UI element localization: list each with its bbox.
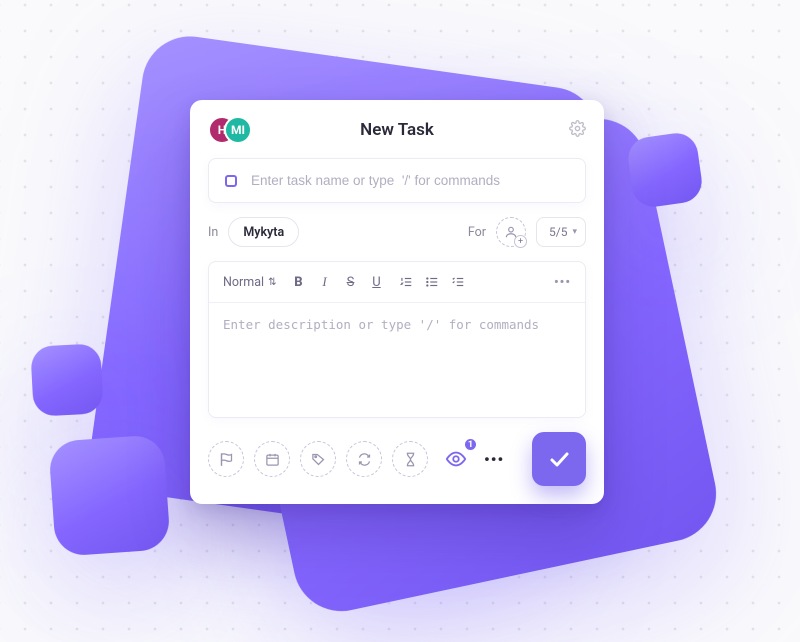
editor-toolbar: Normal ⇅ B I S U bbox=[209, 262, 585, 303]
stage: H MI New Task In Mykyta For bbox=[0, 0, 800, 642]
decor-square-left-b bbox=[48, 434, 171, 557]
chevron-down-icon: ▾ bbox=[572, 227, 577, 237]
plus-icon: + bbox=[514, 235, 527, 248]
status-indicator[interactable] bbox=[225, 175, 237, 187]
flag-icon bbox=[219, 452, 234, 467]
checklist-icon bbox=[451, 275, 465, 289]
decor-square-left-a bbox=[30, 343, 104, 417]
tag-icon bbox=[311, 452, 326, 467]
italic-button[interactable]: I bbox=[312, 270, 336, 294]
list-group bbox=[394, 270, 470, 294]
recurring-button[interactable] bbox=[346, 441, 382, 477]
time-estimate-button[interactable] bbox=[392, 441, 428, 477]
calendar-icon bbox=[265, 452, 280, 467]
hourglass-icon bbox=[403, 452, 418, 467]
checklist-button[interactable] bbox=[446, 270, 470, 294]
modal-header: H MI New Task bbox=[208, 116, 586, 144]
task-name-row bbox=[208, 158, 586, 203]
priority-value: 5/5 bbox=[549, 225, 567, 239]
sort-icon: ⇅ bbox=[268, 277, 276, 288]
text-style-label: Normal bbox=[223, 275, 264, 290]
create-task-button[interactable] bbox=[532, 432, 586, 486]
flag-button[interactable] bbox=[208, 441, 244, 477]
decor-square-top-right bbox=[625, 130, 704, 209]
numbered-list-icon bbox=[399, 275, 413, 289]
list-selected-value: Mykyta bbox=[243, 225, 284, 240]
check-icon bbox=[547, 447, 571, 471]
tags-button[interactable] bbox=[300, 441, 336, 477]
in-label: In bbox=[208, 225, 218, 240]
avatar-stack[interactable]: H MI bbox=[208, 116, 252, 144]
recurring-icon bbox=[357, 452, 372, 467]
for-label: For bbox=[468, 225, 486, 240]
numbered-list-button[interactable] bbox=[394, 270, 418, 294]
task-name-input[interactable] bbox=[251, 173, 569, 188]
date-button[interactable] bbox=[254, 441, 290, 477]
eye-icon bbox=[445, 448, 467, 470]
watchers-count-badge: 1 bbox=[463, 437, 478, 452]
text-style-selector[interactable]: Normal ⇅ bbox=[219, 275, 280, 290]
list-selector[interactable]: Mykyta bbox=[228, 217, 299, 247]
bulleted-list-icon bbox=[425, 275, 439, 289]
watchers-button[interactable]: 1 bbox=[438, 441, 474, 477]
gear-icon bbox=[569, 120, 586, 137]
toolbar-more-button[interactable]: ••• bbox=[550, 270, 575, 294]
description-editor: Normal ⇅ B I S U bbox=[208, 261, 586, 418]
assignee-picker[interactable]: + bbox=[496, 217, 526, 247]
priority-selector[interactable]: 5/5 ▾ bbox=[536, 217, 586, 247]
task-meta-row: In Mykyta For + 5/5 ▾ bbox=[208, 217, 586, 247]
modal-title: New Task bbox=[360, 120, 434, 140]
description-input[interactable] bbox=[209, 303, 585, 413]
modal-footer: 1 ••• bbox=[208, 432, 586, 486]
settings-button[interactable] bbox=[569, 120, 586, 137]
bulleted-list-button[interactable] bbox=[420, 270, 444, 294]
footer-more-button[interactable]: ••• bbox=[484, 450, 504, 469]
strikethrough-button[interactable]: S bbox=[338, 270, 362, 294]
bold-button[interactable]: B bbox=[286, 270, 310, 294]
underline-button[interactable]: U bbox=[364, 270, 388, 294]
new-task-modal: H MI New Task In Mykyta For bbox=[190, 100, 604, 504]
format-group: B I S U bbox=[286, 270, 388, 294]
avatar[interactable]: MI bbox=[224, 116, 252, 144]
